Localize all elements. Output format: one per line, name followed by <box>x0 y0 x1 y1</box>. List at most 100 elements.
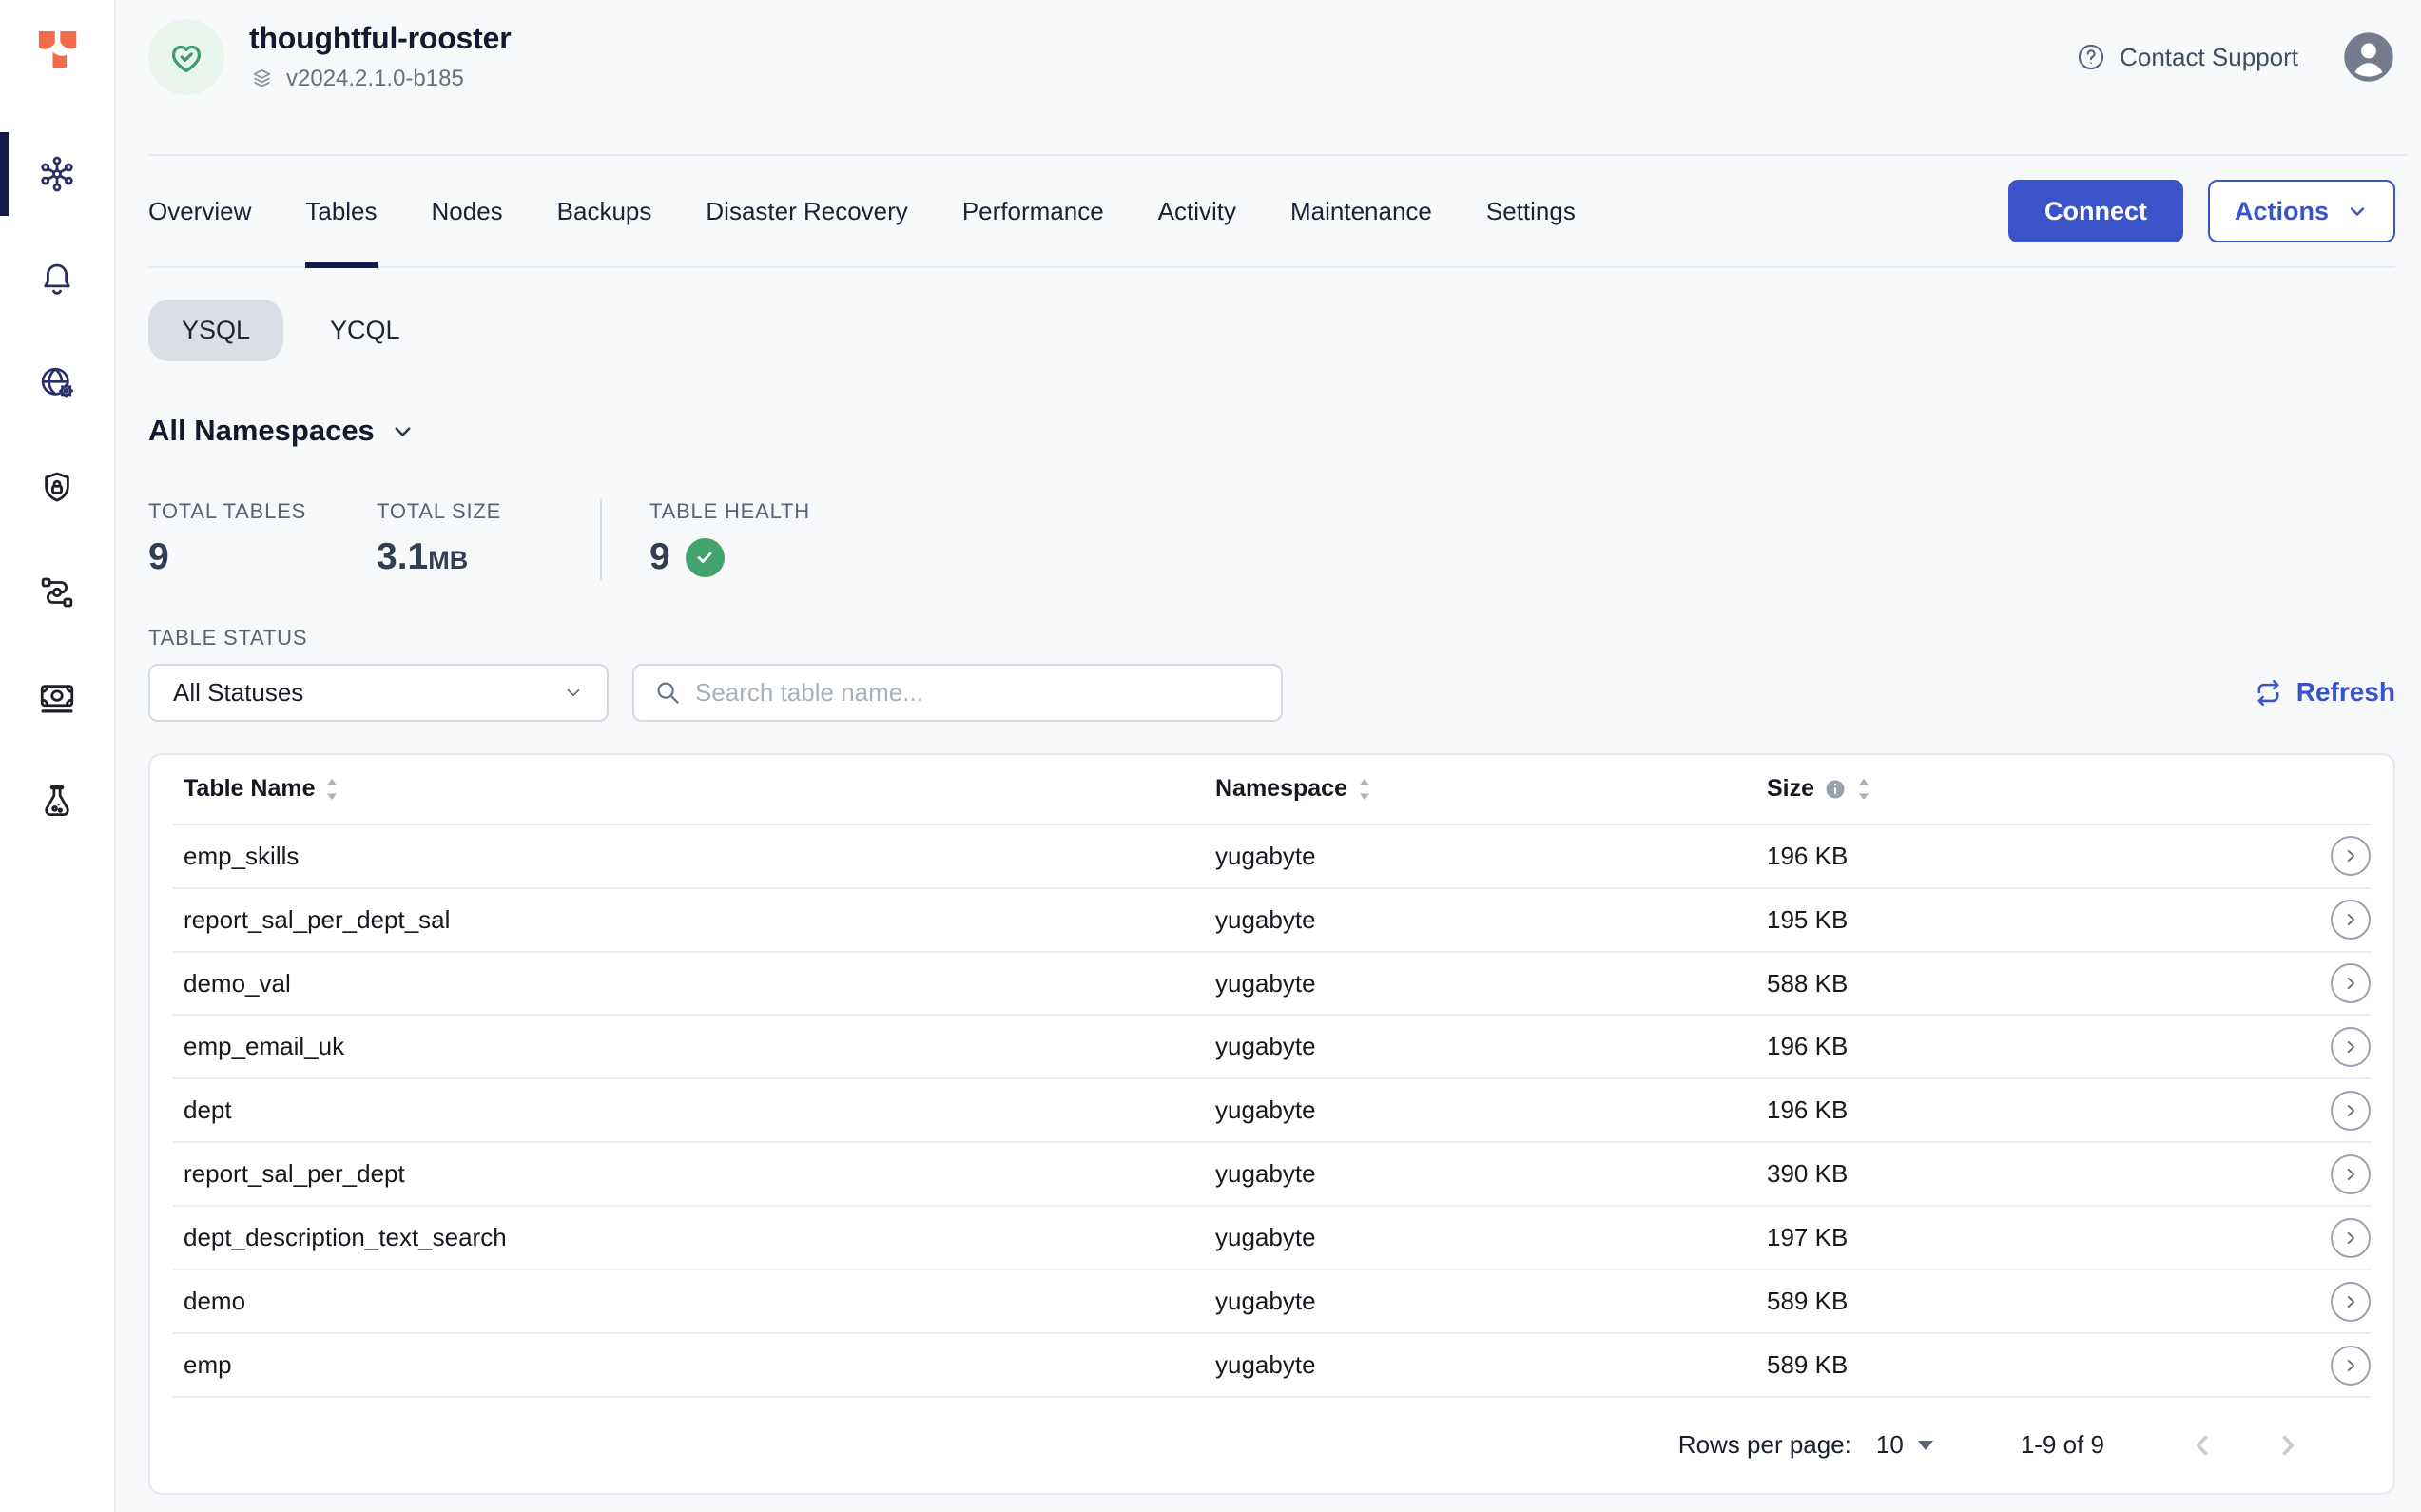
sort-icon[interactable] <box>1856 777 1871 802</box>
sidebar-item-alerts[interactable] <box>0 226 114 331</box>
chevron-down-icon <box>563 682 584 703</box>
namespace-dropdown[interactable]: All Namespaces <box>148 414 416 448</box>
tab-settings[interactable]: Settings <box>1486 156 1576 266</box>
contact-support-label: Contact Support <box>2120 43 2298 72</box>
stat-table-health-label: TABLE HEALTH <box>649 499 810 524</box>
yugabyte-logo[interactable] <box>31 23 83 74</box>
check-icon <box>694 547 715 568</box>
row-expand-button[interactable] <box>2331 1091 2371 1131</box>
cell-size: 196 KB <box>1767 1032 2312 1061</box>
chevron-right-icon <box>2340 845 2361 866</box>
question-circle-icon <box>2075 41 2107 73</box>
api-tab-ycql[interactable]: YCQL <box>297 300 434 361</box>
stat-total-size: TOTAL SIZE 3.1MB <box>377 499 600 580</box>
tab-tables[interactable]: Tables <box>305 156 377 266</box>
status-select[interactable]: All Statuses <box>148 664 609 722</box>
flow-icon <box>37 572 77 612</box>
stat-total-tables: TOTAL TABLES 9 <box>148 499 377 580</box>
search-input[interactable] <box>695 678 1262 708</box>
table-row[interactable]: emp_skills yugabyte 196 KB <box>173 825 2371 889</box>
table-row[interactable]: emp_email_uk yugabyte 196 KB <box>173 1016 2371 1079</box>
main-area: thoughtful-rooster v2024.2.1.0-b185 Cont… <box>116 0 2421 1512</box>
rows-per-page-select[interactable]: 10 <box>1876 1430 1933 1460</box>
tab-disaster-recovery[interactable]: Disaster Recovery <box>706 156 907 266</box>
info-icon[interactable] <box>1824 778 1847 801</box>
chevron-right-icon <box>2340 909 2361 930</box>
contact-support-link[interactable]: Contact Support <box>2075 41 2298 73</box>
tab-activity[interactable]: Activity <box>1158 156 1236 266</box>
sidebar-item-billing[interactable] <box>0 645 114 749</box>
row-expand-button[interactable] <box>2331 1154 2371 1194</box>
table-row[interactable]: dept yugabyte 196 KB <box>173 1079 2371 1143</box>
pagination-prev-button[interactable] <box>2186 1429 2218 1462</box>
row-expand-button[interactable] <box>2331 1282 2371 1322</box>
column-header-table-name[interactable]: Table Name <box>173 775 1215 803</box>
row-expand-button[interactable] <box>2331 836 2371 876</box>
stat-total-tables-label: TOTAL TABLES <box>148 499 377 524</box>
table-row[interactable]: demo yugabyte 589 KB <box>173 1270 2371 1334</box>
cell-namespace: yugabyte <box>1215 1159 1767 1189</box>
sidebar-item-security[interactable] <box>0 436 114 540</box>
api-tab-ysql[interactable]: YSQL <box>148 300 283 361</box>
column-header-namespace-label: Namespace <box>1215 775 1347 803</box>
tab-overview[interactable]: Overview <box>148 156 251 266</box>
cell-size: 588 KB <box>1767 969 2312 998</box>
table-row[interactable]: report_sal_per_dept yugabyte 390 KB <box>173 1143 2371 1207</box>
row-expand-button[interactable] <box>2331 1346 2371 1386</box>
bell-icon <box>37 259 77 299</box>
dropdown-triangle-icon <box>1918 1441 1933 1450</box>
column-header-size[interactable]: Size <box>1767 775 2312 803</box>
row-expand-button[interactable] <box>2331 1218 2371 1258</box>
cell-namespace: yugabyte <box>1215 842 1767 871</box>
connect-button[interactable]: Connect <box>2008 180 2183 242</box>
table-row[interactable]: demo_val yugabyte 588 KB <box>173 953 2371 1017</box>
row-expand-button[interactable] <box>2331 963 2371 1003</box>
cell-size: 589 KB <box>1767 1350 2312 1380</box>
rows-per-page-label: Rows per page: <box>1678 1430 1851 1460</box>
refresh-button[interactable]: Refresh <box>2254 677 2395 708</box>
page-title: thoughtful-rooster <box>249 21 511 56</box>
stat-table-health: TABLE HEALTH 9 <box>649 499 810 580</box>
chevron-right-icon <box>2272 1429 2304 1462</box>
version-label: v2024.2.1.0-b185 <box>286 66 464 92</box>
chevron-right-icon <box>2340 1355 2361 1376</box>
sidebar <box>0 0 116 1512</box>
heart-check-icon <box>165 35 208 79</box>
sidebar-item-labs[interactable] <box>0 749 114 854</box>
stat-table-health-value: 9 <box>649 535 810 580</box>
column-header-namespace[interactable]: Namespace <box>1215 775 1767 803</box>
user-avatar[interactable] <box>2342 30 2395 84</box>
tab-nodes[interactable]: Nodes <box>432 156 503 266</box>
sort-icon[interactable] <box>324 777 339 802</box>
table-header-row: Table Name Namespace Size <box>173 755 2371 825</box>
search-icon <box>653 678 682 707</box>
chevron-right-icon <box>2340 1100 2361 1121</box>
sidebar-item-integrations[interactable] <box>0 540 114 645</box>
table-row[interactable]: emp yugabyte 589 KB <box>173 1334 2371 1398</box>
cell-size: 196 KB <box>1767 842 2312 871</box>
chevron-right-icon <box>2340 1037 2361 1057</box>
stat-total-size-value: 3.1MB <box>377 535 600 580</box>
pagination: Rows per page: 10 1-9 of 9 <box>173 1398 2371 1493</box>
tab-performance[interactable]: Performance <box>962 156 1104 266</box>
cell-table-name: demo_val <box>173 969 1215 998</box>
pagination-next-button[interactable] <box>2272 1429 2304 1462</box>
sidebar-item-network-settings[interactable] <box>0 331 114 436</box>
table-search <box>632 664 1283 722</box>
cell-namespace: yugabyte <box>1215 1287 1767 1316</box>
table-row[interactable]: dept_description_text_search yugabyte 19… <box>173 1207 2371 1270</box>
tab-backups[interactable]: Backups <box>557 156 652 266</box>
cluster-tabs: Overview Tables Nodes Backups Disaster R… <box>148 156 1576 266</box>
refresh-label: Refresh <box>2296 677 2395 708</box>
cell-table-name: emp_skills <box>173 842 1215 871</box>
actions-button[interactable]: Actions <box>2208 180 2395 242</box>
row-expand-button[interactable] <box>2331 1027 2371 1067</box>
table-row[interactable]: report_sal_per_dept_sal yugabyte 195 KB <box>173 889 2371 953</box>
tab-maintenance[interactable]: Maintenance <box>1290 156 1432 266</box>
row-expand-button[interactable] <box>2331 900 2371 940</box>
flask-icon <box>37 782 77 822</box>
rows-per-page-value: 10 <box>1876 1430 1904 1460</box>
sort-icon[interactable] <box>1357 777 1372 802</box>
cell-namespace: yugabyte <box>1215 1350 1767 1380</box>
sidebar-item-clusters[interactable] <box>0 122 114 226</box>
